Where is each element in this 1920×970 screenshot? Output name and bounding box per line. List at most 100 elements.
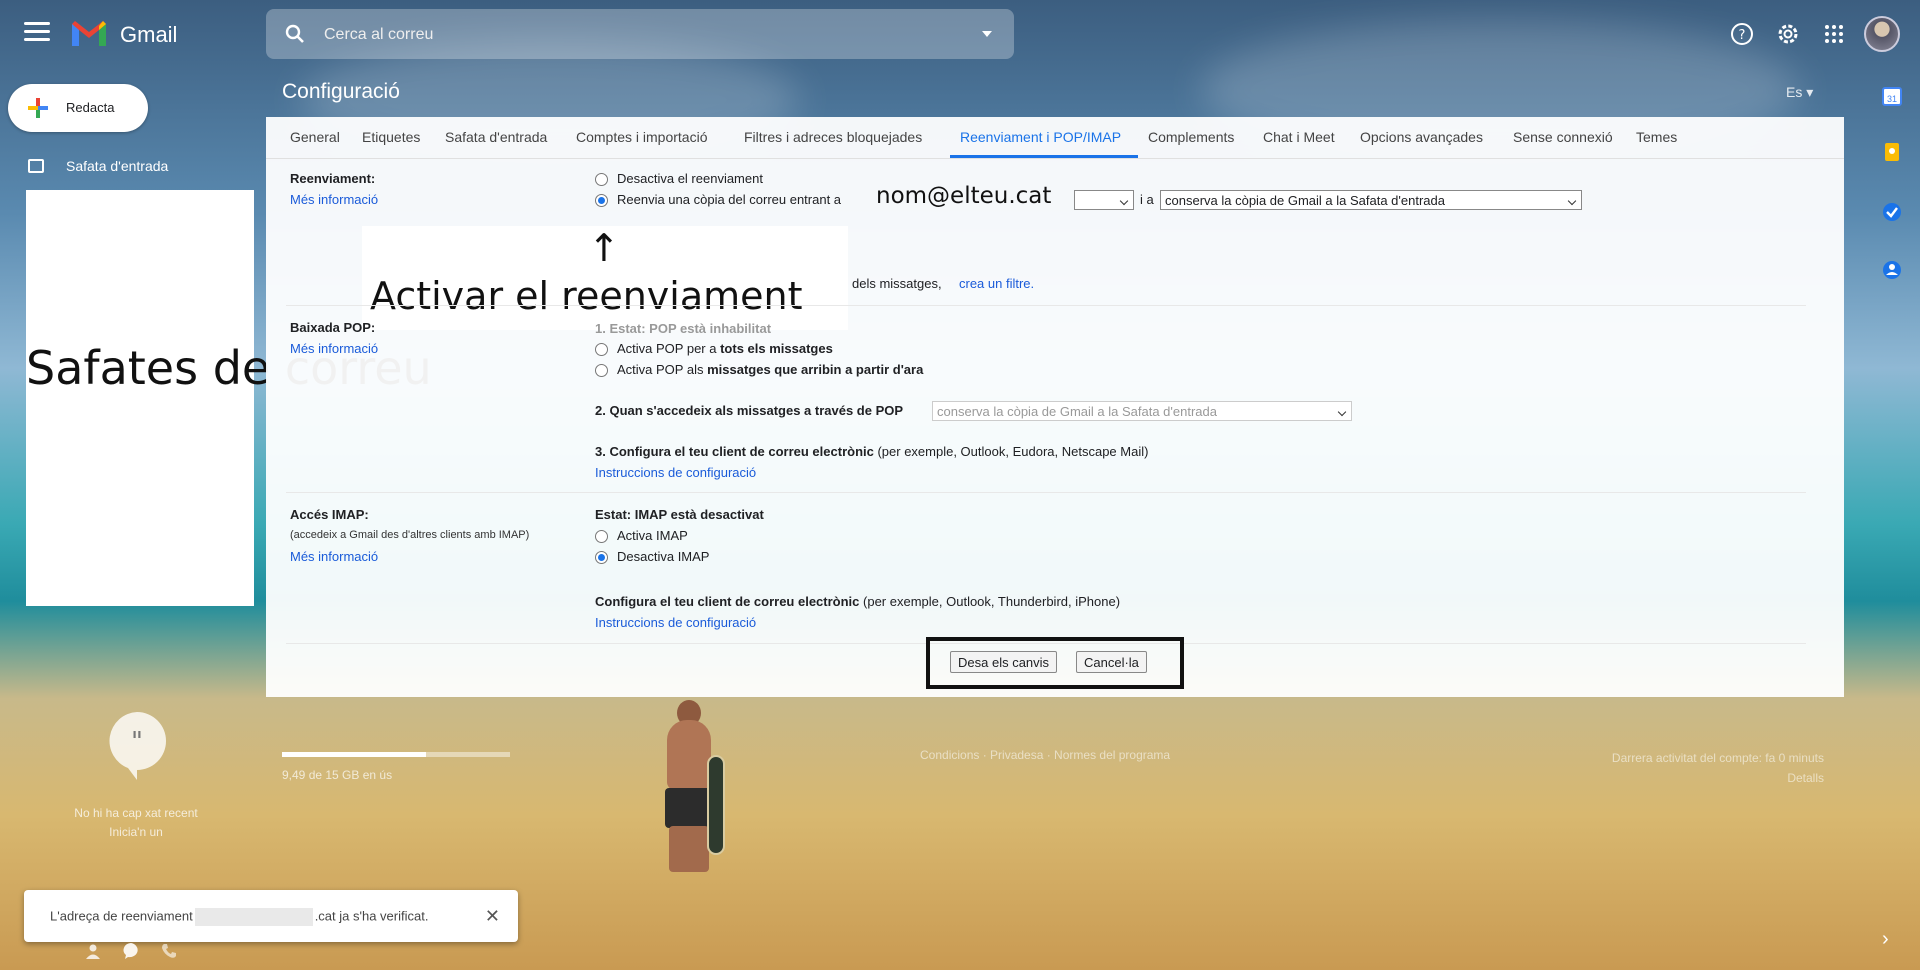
- tab-accounts-import[interactable]: Comptes i importació: [576, 129, 708, 145]
- help-icon[interactable]: ?: [1728, 20, 1756, 48]
- storage-bar-fill: [282, 752, 426, 757]
- search-options-icon[interactable]: [982, 31, 992, 37]
- account-avatar[interactable]: [1864, 16, 1900, 52]
- tab-inbox[interactable]: Safata d'entrada: [445, 129, 547, 145]
- tab-general[interactable]: General: [290, 129, 340, 145]
- annotation-folders-text: Safates de correu: [26, 341, 432, 395]
- pop-more-info-link[interactable]: Més informació: [290, 341, 378, 356]
- forwarding-action-select[interactable]: conserva la còpia de Gmail a la Safata d…: [1160, 190, 1582, 210]
- chevron-right-icon[interactable]: ›: [1882, 928, 1889, 951]
- pop-step2-label: 2. Quan s'accedeix als missatges a travé…: [595, 403, 904, 418]
- background-surfer: [655, 700, 725, 875]
- svg-text:?: ?: [1739, 28, 1746, 43]
- activity-details-link[interactable]: Detalls: [1560, 768, 1824, 788]
- forwarding-label: Reenviament:: [290, 171, 376, 186]
- footer-links[interactable]: Condicions · Privadesa · Normes del prog…: [920, 748, 1170, 762]
- tab-offline[interactable]: Sense connexió: [1513, 129, 1613, 145]
- tab-chat-meet[interactable]: Chat i Meet: [1263, 129, 1335, 145]
- pop-all-radio[interactable]: [595, 343, 608, 356]
- imap-sublabel: (accedeix a Gmail des d'altres clients a…: [290, 529, 530, 541]
- chat-empty-line: No hi ha cap xat recent: [74, 806, 198, 820]
- tab-addons[interactable]: Complements: [1148, 129, 1234, 145]
- pop-instructions-link[interactable]: Instruccions de configuració: [595, 465, 756, 480]
- sidebar-item-inbox[interactable]: Safata d'entrada: [28, 156, 248, 178]
- language-label: Es: [1786, 84, 1803, 100]
- chat-icon[interactable]: [122, 942, 140, 960]
- annotation-buttons-frame: Desa els canvis Cancel·la: [926, 637, 1184, 689]
- imap-disable-label: Desactiva IMAP: [617, 549, 710, 564]
- pop-status: 1. Estat: POP està inhabilitat: [595, 321, 772, 336]
- settings-panel: General Etiquetes Safata d'entrada Compt…: [266, 117, 1844, 697]
- calendar-icon[interactable]: 31: [1880, 84, 1904, 108]
- filter-hint-text: dels missatges,: [852, 276, 942, 291]
- notification-toast: L'adreça de reenviament .cat ja s'ha veri…: [24, 890, 518, 942]
- annotation-callout: ↑ Activar el reenviament: [362, 226, 848, 330]
- forwarding-and-label: i a: [1140, 192, 1154, 207]
- forwarding-disable-radio[interactable]: [595, 173, 608, 186]
- imap-enable-radio[interactable]: [595, 530, 608, 543]
- footer-activity: Darrera activitat del compte: fa 0 minut…: [1560, 748, 1824, 788]
- settings-tabs: General Etiquetes Safata d'entrada Compt…: [266, 117, 1844, 159]
- person-icon[interactable]: [84, 942, 102, 960]
- cancel-button[interactable]: Cancel·la: [1076, 651, 1147, 673]
- forwarding-email-annotation: nom@elteu.cat: [876, 183, 1052, 209]
- tasks-icon[interactable]: [1880, 200, 1904, 224]
- apps-grid-icon[interactable]: [1820, 20, 1848, 48]
- section-divider: [286, 492, 1806, 493]
- tab-filters[interactable]: Filtres i adreces bloquejades: [744, 129, 922, 145]
- close-icon[interactable]: ✕: [485, 906, 500, 927]
- imap-enable-label: Activa IMAP: [617, 528, 688, 543]
- pop-access-select[interactable]: conserva la còpia de Gmail a la Safata d…: [932, 401, 1352, 421]
- phone-icon[interactable]: [160, 942, 178, 960]
- app-name[interactable]: Gmail: [120, 22, 177, 48]
- imap-more-info-link[interactable]: Més informació: [290, 549, 378, 564]
- pop-new-radio[interactable]: [595, 364, 608, 377]
- chat-empty-message: No hi ha cap xat recent Inicia'n un: [56, 804, 216, 842]
- last-activity-text: Darrera activitat del compte: fa 0 minut…: [1611, 751, 1824, 765]
- forwarding-disable-label: Desactiva el reenviament: [617, 171, 763, 186]
- pop-all-label: Activa POP per a tots els missatges: [617, 341, 833, 356]
- svg-text:": ": [131, 727, 143, 757]
- page-title: Configuració: [282, 80, 400, 103]
- tab-forwarding-pop-imap[interactable]: Reenviament i POP/IMAP: [960, 129, 1121, 145]
- redacted-email: [194, 908, 313, 926]
- inbox-icon: [28, 159, 44, 173]
- keep-icon[interactable]: [1880, 140, 1904, 164]
- imap-label: Accés IMAP:: [290, 507, 369, 522]
- compose-button[interactable]: Redacta: [8, 84, 148, 132]
- active-tab-indicator: [950, 155, 1138, 158]
- pop-step3-label: 3. Configura el teu client de correu ele…: [595, 444, 1149, 459]
- main-menu-icon[interactable]: [24, 22, 50, 44]
- create-filter-link[interactable]: crea un filtre.: [959, 276, 1034, 291]
- chat-bubble-icon: ": [109, 712, 167, 780]
- imap-instructions-link[interactable]: Instruccions de configuració: [595, 615, 756, 630]
- pop-label: Baixada POP:: [290, 320, 376, 335]
- chat-start-link[interactable]: Inicia'n un: [56, 823, 216, 842]
- plus-icon: [28, 98, 48, 118]
- compose-label: Redacta: [66, 100, 115, 115]
- svg-text:31: 31: [1887, 94, 1897, 104]
- tab-labels[interactable]: Etiquetes: [362, 129, 420, 145]
- forwarding-enable-radio[interactable]: [595, 194, 608, 207]
- tab-advanced[interactable]: Opcions avançades: [1360, 129, 1483, 145]
- search-icon[interactable]: [284, 23, 306, 45]
- language-selector[interactable]: Es ▾: [1786, 84, 1813, 101]
- annotation-folders-overlay: Safates de correu: [26, 190, 432, 606]
- tab-themes[interactable]: Temes: [1636, 129, 1677, 145]
- search-input[interactable]: [324, 24, 924, 46]
- top-bar: Gmail ?: [0, 0, 1920, 68]
- arrow-up-icon: ↑: [588, 226, 620, 270]
- settings-gear-icon[interactable]: [1774, 20, 1802, 48]
- contacts-icon[interactable]: [1880, 258, 1904, 282]
- section-divider: [286, 305, 1806, 306]
- imap-disable-radio[interactable]: [595, 551, 608, 564]
- search-bar[interactable]: [266, 9, 1014, 59]
- forwarding-address-select[interactable]: [1074, 190, 1134, 210]
- imap-status: Estat: IMAP està desactivat: [595, 507, 764, 522]
- save-button[interactable]: Desa els canvis: [950, 651, 1058, 673]
- storage-usage-text[interactable]: 9,49 de 15 GB en ús: [282, 768, 392, 782]
- pop-new-label: Activa POP als missatges que arribin a p…: [617, 362, 924, 377]
- gmail-logo-icon[interactable]: [70, 18, 108, 48]
- annotation-enable-forwarding: Activar el reenviament: [370, 274, 803, 318]
- forwarding-more-info-link[interactable]: Més informació: [290, 192, 378, 207]
